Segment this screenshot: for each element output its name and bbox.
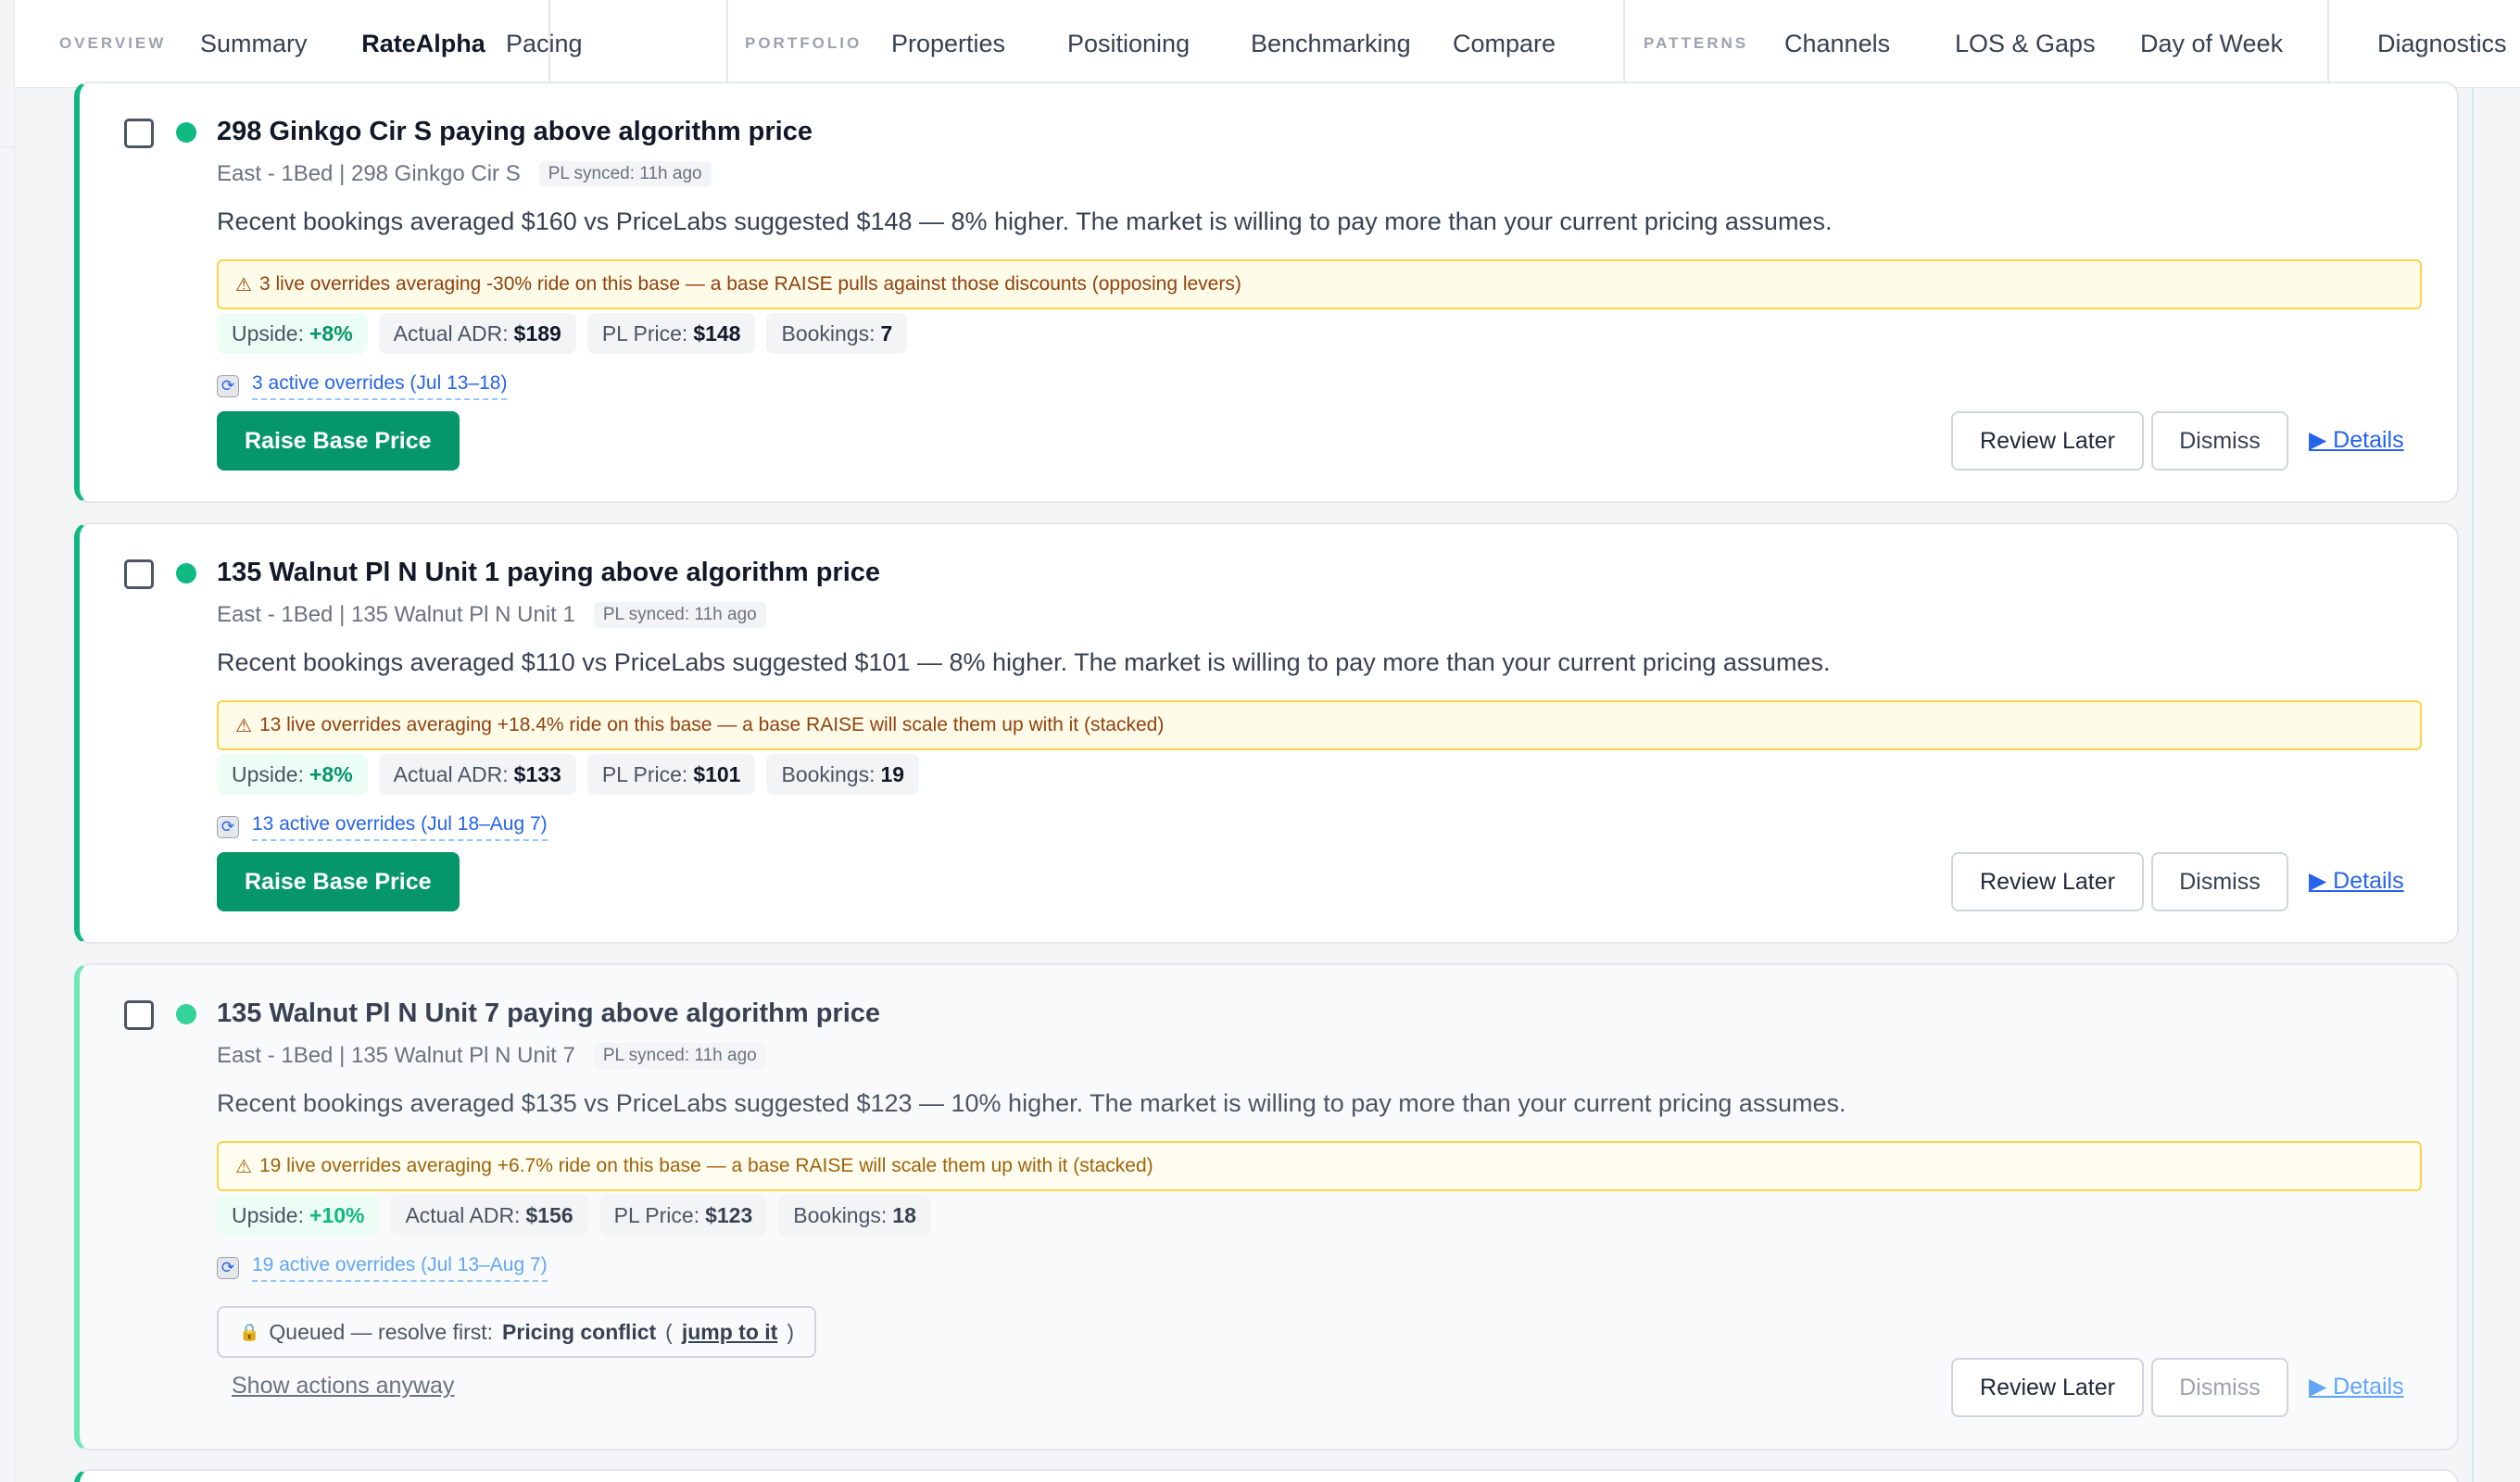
nav-group-patterns: PATTERNS Channels LOS & Gaps Day of Week — [1625, 0, 2327, 87]
recommendation-card: 298 Ginkgo Cir S paying above algorithm … — [74, 82, 2459, 503]
sync-badge: PL synced: 11h ago — [593, 1043, 766, 1069]
recommendation-card-queued: 135 Walnut Pl N Unit 7 paying above algo… — [74, 963, 2459, 1451]
select-checkbox[interactable] — [124, 1000, 154, 1030]
select-checkbox[interactable] — [124, 119, 154, 148]
card-title: 135 Walnut Pl N Unit 7 paying above algo… — [217, 998, 881, 1028]
chip-bookings: Bookings: 18 — [778, 1195, 931, 1236]
close-paren: ) — [787, 1319, 794, 1344]
nav-group-portfolio: PORTFOLIO Properties Positioning Benchma… — [728, 0, 1623, 87]
recommendation-card-partial — [74, 1469, 2459, 1482]
details-toggle[interactable]: ▶ Details — [2309, 426, 2404, 454]
card-title: 298 Ginkgo Cir S paying above algorithm … — [217, 117, 813, 146]
metric-chips: Upside: +10% Actual ADR: $156 PL Price: $12… — [217, 1195, 931, 1236]
warning-triangle-icon: ⚠ — [235, 1156, 252, 1177]
jump-to-conflict-link[interactable]: jump to it — [682, 1320, 777, 1345]
lock-icon: 🔒 — [239, 1322, 260, 1341]
chip-pl-price: PL Price: $123 — [598, 1195, 768, 1236]
nav-group-pacing: Pacing — [506, 0, 726, 87]
queued-notice: 🔒 Queued — resolve first: Pricing confli… — [217, 1306, 816, 1358]
tab-properties[interactable]: Properties — [891, 0, 1005, 88]
review-later-button[interactable]: Review Later — [1951, 411, 2144, 471]
tab-positioning[interactable]: Positioning — [1067, 0, 1190, 88]
warning-text: 13 live overrides averaging +18.4% ride … — [258, 714, 1165, 735]
chip-upside: Upside: +8% — [217, 754, 368, 795]
nav-section-patterns: PATTERNS — [1644, 34, 1749, 52]
card-title: 135 Walnut Pl N Unit 1 paying above algo… — [217, 558, 881, 587]
chip-upside: Upside: +10% — [217, 1195, 380, 1236]
nav-group-overview: OVERVIEW Summary RateAlpha — [15, 0, 510, 88]
card-description: Recent bookings averaged $160 vs PriceLa… — [217, 207, 1833, 235]
metric-chips: Upside: +8% Actual ADR: $189 PL Price: $148… — [217, 313, 908, 354]
chip-actual-adr: Actual ADR: $189 — [378, 313, 576, 354]
tab-benchmarking[interactable]: Benchmarking — [1251, 0, 1411, 88]
tab-diagnostics[interactable]: Diagnostics — [2377, 0, 2507, 88]
tab-pacing[interactable]: Pacing — [506, 0, 583, 88]
tab-los-gaps[interactable]: LOS & Gaps — [1955, 0, 2096, 88]
active-overrides-link[interactable]: 3 active overrides (Jul 13–18) — [252, 372, 508, 400]
recommendation-card: 135 Walnut Pl N Unit 1 paying above algo… — [74, 522, 2459, 944]
override-warning: ⚠ 19 live overrides averaging +6.7% ride… — [217, 1141, 2422, 1191]
left-gutter — [0, 0, 15, 1482]
warning-triangle-icon: ⚠ — [235, 274, 252, 295]
tab-channels[interactable]: Channels — [1784, 0, 1890, 88]
open-paren: ( — [665, 1319, 673, 1344]
scrollbar-track[interactable] — [2472, 88, 2474, 1482]
refresh-icon: ⟳ — [217, 375, 239, 397]
sync-badge: PL synced: 11h ago — [538, 161, 712, 187]
refresh-icon: ⟳ — [217, 816, 239, 838]
card-meta: East - 1Bed | 298 Ginkgo Cir S PL synced… — [217, 161, 712, 187]
refresh-icon: ⟳ — [217, 1257, 239, 1279]
chip-actual-adr: Actual ADR: $156 — [390, 1195, 588, 1236]
chip-pl-price: PL Price: $148 — [586, 313, 756, 354]
override-warning: ⚠ 13 live overrides averaging +18.4% rid… — [217, 700, 2422, 750]
show-actions-anyway-link[interactable]: Show actions anyway — [232, 1373, 454, 1400]
tab-compare[interactable]: Compare — [1453, 0, 1556, 88]
property-meta: East - 1Bed | 135 Walnut Pl N Unit 1 — [217, 602, 575, 627]
card-meta: East - 1Bed | 135 Walnut Pl N Unit 1 PL … — [217, 602, 766, 628]
nav-group-diagnostics: Diagnostics — [2329, 0, 2520, 87]
overrides-row: ⟳ 13 active overrides (Jul 18–Aug 7) — [217, 813, 548, 841]
chip-bookings: Bookings: 7 — [766, 313, 908, 354]
chip-pl-price: PL Price: $101 — [586, 754, 756, 795]
tab-summary[interactable]: Summary — [200, 0, 308, 88]
property-meta: East - 1Bed | 298 Ginkgo Cir S — [217, 161, 521, 186]
active-overrides-link[interactable]: 19 active overrides (Jul 13–Aug 7) — [252, 1254, 548, 1282]
details-toggle[interactable]: ▶ Details — [2309, 867, 2404, 895]
metric-chips: Upside: +8% Actual ADR: $133 PL Price: $101… — [217, 754, 920, 795]
status-dot — [176, 563, 196, 584]
chip-bookings: Bookings: 19 — [766, 754, 920, 795]
override-warning: ⚠ 3 live overrides averaging -30% ride o… — [217, 259, 2422, 309]
sync-badge: PL synced: 11h ago — [593, 602, 766, 628]
raise-base-price-button[interactable]: Raise Base Price — [217, 852, 460, 911]
warning-text: 3 live overrides averaging -30% ride on … — [258, 273, 1241, 295]
active-overrides-link[interactable]: 13 active overrides (Jul 18–Aug 7) — [252, 813, 548, 841]
overrides-row: ⟳ 19 active overrides (Jul 13–Aug 7) — [217, 1254, 548, 1282]
queued-prefix: Queued — resolve first: — [269, 1319, 494, 1344]
review-later-button[interactable]: Review Later — [1951, 1358, 2144, 1417]
dismiss-button[interactable]: Dismiss — [2151, 1358, 2288, 1417]
status-dot — [176, 122, 196, 143]
card-description: Recent bookings averaged $110 vs PriceLa… — [217, 648, 1831, 676]
warning-text: 19 live overrides averaging +6.7% ride o… — [258, 1155, 1153, 1176]
nav-section-portfolio: PORTFOLIO — [745, 34, 863, 52]
overrides-row: ⟳ 3 active overrides (Jul 13–18) — [217, 372, 508, 400]
details-toggle[interactable]: ▶ Details — [2309, 1373, 2404, 1400]
status-dot — [176, 1004, 196, 1024]
conflict-name: Pricing conflict — [502, 1319, 657, 1344]
card-meta: East - 1Bed | 135 Walnut Pl N Unit 7 PL … — [217, 1043, 766, 1069]
chip-upside: Upside: +8% — [217, 313, 368, 354]
nav-section-overview: OVERVIEW — [59, 34, 167, 52]
tab-ratealpha[interactable]: RateAlpha — [337, 0, 510, 88]
top-nav: OVERVIEW Summary RateAlpha Pacing PORTFO… — [15, 0, 2520, 88]
chip-actual-adr: Actual ADR: $133 — [378, 754, 576, 795]
select-checkbox[interactable] — [124, 559, 154, 589]
raise-base-price-button[interactable]: Raise Base Price — [217, 411, 460, 471]
warning-triangle-icon: ⚠ — [235, 715, 252, 736]
dismiss-button[interactable]: Dismiss — [2151, 411, 2288, 471]
review-later-button[interactable]: Review Later — [1951, 852, 2144, 911]
card-description: Recent bookings averaged $135 vs PriceLa… — [217, 1089, 1846, 1117]
dismiss-button[interactable]: Dismiss — [2151, 852, 2288, 911]
tab-day-of-week[interactable]: Day of Week — [2140, 0, 2283, 88]
property-meta: East - 1Bed | 135 Walnut Pl N Unit 7 — [217, 1043, 575, 1068]
